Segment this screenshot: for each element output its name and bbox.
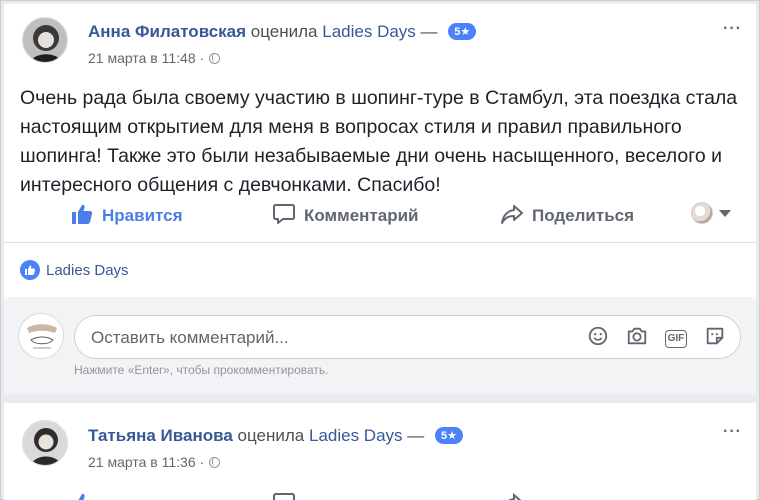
thumbs-up-icon[interactable] bbox=[70, 491, 94, 500]
post-meta: 21 марта в 11:36 · bbox=[88, 454, 221, 470]
gif-icon[interactable]: GIF bbox=[664, 329, 688, 348]
comment-label: Комментарий bbox=[304, 206, 419, 225]
action-verb: оценила bbox=[250, 22, 318, 41]
page-avatar-small bbox=[691, 202, 713, 224]
like-button[interactable]: Нравится bbox=[70, 202, 183, 226]
comment-hint: Нажмите «Enter», чтобы прокомментировать… bbox=[74, 363, 329, 377]
comment-input[interactable]: Оставить комментарий... GIF bbox=[74, 315, 741, 359]
comment-button[interactable]: Комментарий bbox=[272, 202, 418, 226]
rating-badge: 5★ bbox=[435, 427, 463, 444]
dash: — bbox=[420, 22, 438, 41]
comment-composer: Оставить комментарий... GIF Нажмите «Ent… bbox=[4, 297, 756, 394]
speech-bubble-icon[interactable] bbox=[272, 491, 296, 500]
commenter-avatar[interactable] bbox=[18, 313, 64, 359]
globe-icon bbox=[209, 457, 221, 468]
rating-badge: 5★ bbox=[448, 23, 477, 40]
share-button[interactable]: Поделиться bbox=[500, 202, 634, 226]
likes-summary[interactable]: Ladies Days bbox=[20, 260, 129, 280]
divider bbox=[4, 242, 756, 243]
chevron-down-icon bbox=[719, 209, 731, 217]
like-label: Нравится bbox=[102, 206, 183, 225]
sticker-icon[interactable] bbox=[704, 325, 726, 352]
reactor-selector[interactable] bbox=[691, 202, 731, 224]
avatar[interactable] bbox=[22, 17, 68, 63]
author-name[interactable]: Анна Филатовская bbox=[88, 22, 246, 41]
share-arrow-icon[interactable] bbox=[500, 491, 524, 500]
globe-icon bbox=[209, 53, 221, 64]
more-options-button[interactable]: ··· bbox=[723, 423, 742, 441]
action-verb: оценила bbox=[237, 426, 305, 445]
share-label: Поделиться bbox=[532, 206, 635, 225]
dash: — bbox=[407, 426, 425, 445]
review-post: Татьяна Иванова оценила Ladies Days — 5★… bbox=[4, 403, 756, 500]
share-arrow-icon bbox=[501, 205, 523, 224]
composer-tools: GIF bbox=[575, 325, 726, 352]
post-header: Анна Филатовская оценила Ladies Days — 5… bbox=[88, 22, 477, 42]
smiley-icon[interactable] bbox=[587, 325, 609, 352]
speech-bubble-icon bbox=[273, 204, 295, 224]
post-actions: Нравится Комментарий Поделиться bbox=[4, 200, 756, 230]
page-link[interactable]: Ladies Days bbox=[309, 426, 403, 445]
review-post: Анна Филатовская оценила Ladies Days — 5… bbox=[4, 4, 756, 394]
like-bubble-icon bbox=[20, 260, 40, 280]
camera-icon[interactable] bbox=[626, 325, 648, 352]
avatar[interactable] bbox=[22, 420, 68, 466]
post-meta: 21 марта в 11:48 · bbox=[88, 50, 221, 66]
likes-label: Ladies Days bbox=[46, 262, 129, 279]
page-link[interactable]: Ladies Days bbox=[322, 22, 416, 41]
timestamp[interactable]: 21 марта в 11:36 · bbox=[88, 454, 204, 470]
comment-placeholder: Оставить комментарий... bbox=[91, 328, 289, 347]
post-text: Очень рада была своему участию в шопинг-… bbox=[20, 87, 738, 196]
post-header: Татьяна Иванова оценила Ladies Days — 5★ bbox=[88, 426, 463, 446]
author-name[interactable]: Татьяна Иванова bbox=[88, 426, 233, 445]
timestamp[interactable]: 21 марта в 11:48 · bbox=[88, 50, 204, 66]
more-options-button[interactable]: ··· bbox=[723, 20, 742, 38]
thumbs-up-icon bbox=[72, 204, 93, 224]
